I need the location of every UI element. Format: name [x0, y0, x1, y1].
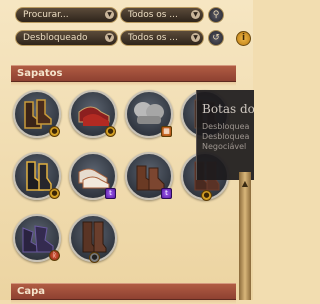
chevron-down-icon: ▼	[105, 33, 114, 42]
tooltip-line: Desbloquea	[202, 132, 250, 141]
chevron-down-icon: ▼	[105, 10, 114, 19]
twitch-icon: t	[161, 188, 172, 199]
section-title: Sapatos	[17, 68, 63, 79]
section-header-shoes: Sapatos	[11, 65, 236, 86]
tall-brown-boots-icon	[82, 221, 107, 253]
chevron-down-icon: ▼	[191, 33, 200, 42]
status-select-label: Desbloqueado	[23, 33, 88, 43]
gold-coin-icon: ●	[49, 188, 60, 199]
item-slot[interactable]: ●	[69, 214, 117, 263]
item-slot[interactable]: ᚱ	[13, 214, 61, 262]
chevron-down-icon: ▼	[191, 10, 200, 19]
reset-icon: ↺	[212, 33, 220, 43]
scrollbar[interactable]	[239, 172, 251, 300]
item-slot[interactable]: t	[69, 152, 117, 200]
tooltip-title: Botas do	[202, 102, 254, 116]
search-icon: ⚲	[212, 10, 220, 20]
black-gold-boots-icon	[26, 161, 52, 191]
section-header-cape: Capa	[11, 283, 236, 304]
category-select-label: Todos os ...	[128, 33, 178, 43]
gold-coin-icon: ●	[105, 126, 116, 137]
item-slot[interactable]: ●	[13, 90, 61, 138]
gold-coin-icon: ●	[201, 190, 212, 201]
dark-boots-gold-trim-icon	[24, 99, 52, 129]
section-title: Capa	[17, 286, 45, 297]
tooltip-line: Negociável	[202, 142, 247, 151]
item-tooltip: Botas do Desbloquea Desbloquea Negociáve…	[196, 90, 254, 180]
search-input[interactable]: Procurar... ▼	[15, 7, 118, 23]
search-placeholder: Procurar...	[23, 10, 69, 20]
twitch-icon: t	[105, 188, 116, 199]
item-slot[interactable]: t	[125, 152, 173, 200]
red-pointed-shoes-icon	[78, 106, 110, 126]
info-icon: i	[241, 33, 246, 43]
tooltip-line: Desbloquea	[202, 122, 250, 131]
item-slot[interactable]: ▦	[125, 90, 173, 138]
status-select[interactable]: Desbloqueado ▼	[15, 30, 118, 46]
search-button[interactable]: ⚲	[208, 7, 224, 23]
reset-filters-button[interactable]: ↺	[208, 30, 224, 46]
category-select-label: Todos os ...	[128, 10, 178, 20]
calendar-icon: ▦	[161, 126, 172, 137]
info-button[interactable]: i	[236, 31, 251, 46]
scroll-up-icon[interactable]: ▲	[240, 180, 250, 188]
item-slot[interactable]: ●	[69, 90, 117, 138]
purple-winged-boots-icon	[22, 225, 54, 253]
grey-coin-icon: ●	[89, 252, 100, 263]
category-select-top[interactable]: Todos os ... ▼	[120, 7, 204, 23]
item-slot[interactable]: ●	[13, 152, 61, 200]
category-select-bottom[interactable]: Todos os ... ▼	[120, 30, 204, 46]
gold-coin-icon: ●	[49, 126, 60, 137]
rune-icon: ᚱ	[49, 250, 60, 261]
